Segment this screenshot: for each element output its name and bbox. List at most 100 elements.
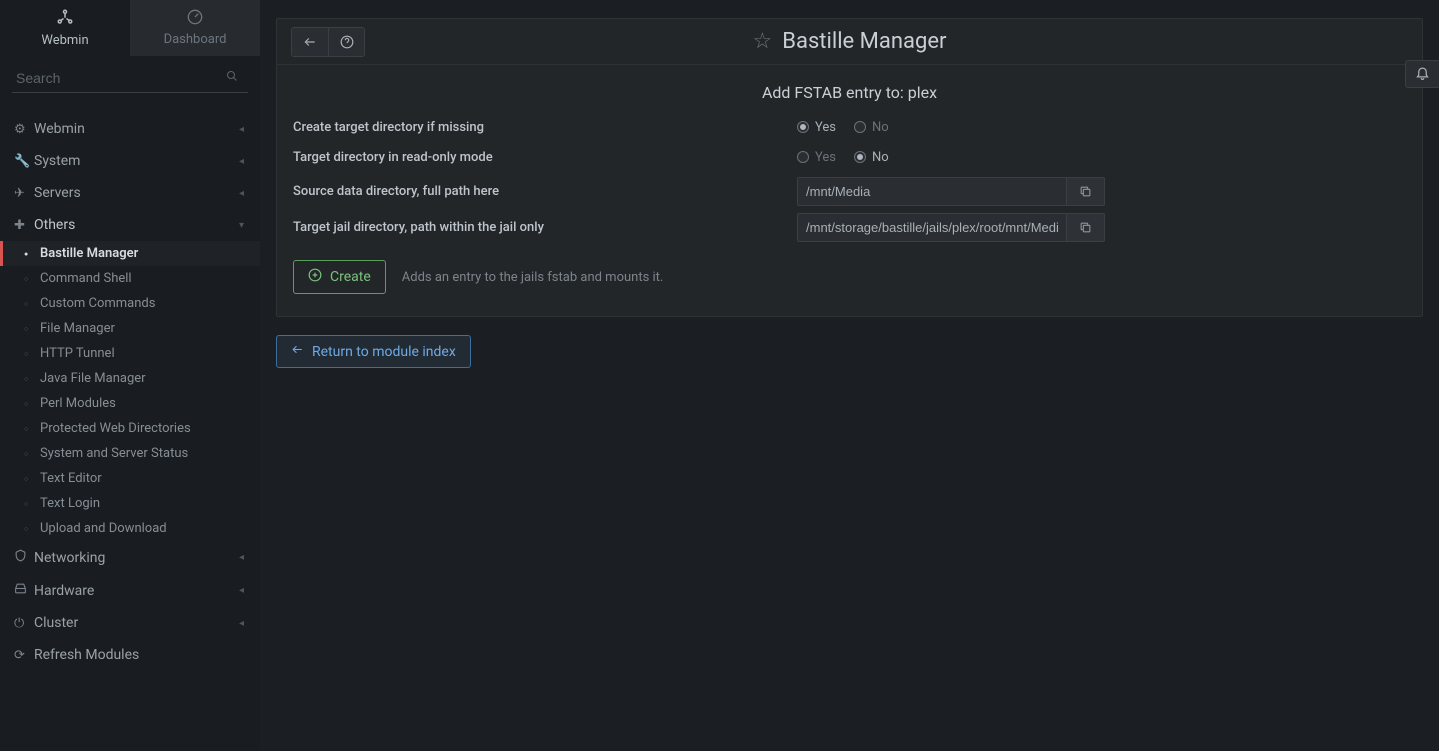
row-readonly: Target directory in read-only mode Yes N…: [293, 142, 1406, 172]
tab-webmin[interactable]: Webmin: [0, 0, 130, 56]
bullet-icon: ○: [24, 325, 40, 333]
bullet-icon: ○: [24, 500, 40, 508]
bullet-icon: ○: [24, 350, 40, 358]
nav-webmin-label: Webmin: [34, 121, 239, 137]
chevron-left-icon: ◂: [239, 124, 244, 135]
label-readonly: Target directory in read-only mode: [293, 150, 797, 165]
nav-others-submenu: ●Bastille Manager○Command Shell○Custom C…: [0, 241, 260, 541]
bullet-icon: ○: [24, 425, 40, 433]
row-create-dir: Create target directory if missing Yes N…: [293, 112, 1406, 142]
tab-dashboard-label: Dashboard: [164, 32, 227, 47]
search-input[interactable]: [12, 64, 248, 93]
row-source: Source data directory, full path here: [293, 176, 1406, 206]
nav-refresh-modules[interactable]: ⟳ Refresh Modules: [0, 639, 260, 671]
notifications-toggle[interactable]: [1405, 60, 1439, 88]
chevron-down-icon: ▾: [239, 220, 244, 231]
input-group-target: [797, 213, 1105, 242]
return-button-label: Return to module index: [312, 344, 456, 360]
nav-hardware[interactable]: Hardware ◂: [0, 574, 260, 607]
sidebar: Webmin Dashboard ⚙ Webmin ◂ 🔧 System ◂ ✈…: [0, 0, 260, 751]
plus-circle-icon: [308, 268, 322, 286]
input-group-source: [797, 177, 1105, 206]
nav-cluster[interactable]: ⏻ Cluster ◂: [0, 607, 260, 639]
sidebar-item-bastille-manager[interactable]: ●Bastille Manager: [0, 241, 260, 266]
radio-create-dir-yes[interactable]: Yes: [797, 120, 836, 135]
bullet-icon: ○: [24, 400, 40, 408]
bullet-icon: ○: [24, 450, 40, 458]
input-source-dir[interactable]: [797, 177, 1067, 206]
control-target: [797, 213, 1406, 242]
nav-networking-label: Networking: [34, 550, 239, 566]
label-source: Source data directory, full path here: [293, 184, 797, 199]
sidebar-item-upload-and-download[interactable]: ○Upload and Download: [0, 516, 260, 541]
row-target: Target jail directory, path within the j…: [293, 212, 1406, 242]
radio-readonly-yes[interactable]: Yes: [797, 150, 836, 165]
radio-label: No: [872, 150, 889, 165]
shield-icon: [14, 549, 34, 566]
sidebar-item-text-login[interactable]: ○Text Login: [0, 491, 260, 516]
help-button[interactable]: [328, 28, 364, 56]
sidebar-item-label: Java File Manager: [40, 371, 146, 386]
chevron-left-icon: ◂: [239, 188, 244, 199]
back-button[interactable]: [292, 28, 328, 56]
sidebar-item-label: Custom Commands: [40, 296, 155, 311]
nav-refresh-label: Refresh Modules: [34, 647, 244, 663]
sidebar-item-perl-modules[interactable]: ○Perl Modules: [0, 391, 260, 416]
chevron-left-icon: ◂: [239, 156, 244, 167]
panel-body: Add FSTAB entry to: plex Create target d…: [277, 65, 1422, 316]
input-target-dir[interactable]: [797, 213, 1067, 242]
create-button[interactable]: Create: [293, 260, 386, 294]
bullet-icon: ○: [24, 525, 40, 533]
nav-servers[interactable]: ✈ Servers ◂: [0, 177, 260, 209]
sidebar-item-system-and-server-status[interactable]: ○System and Server Status: [0, 441, 260, 466]
radio-dot-icon: [797, 121, 809, 133]
radio-create-dir-no[interactable]: No: [854, 120, 889, 135]
nav-system[interactable]: 🔧 System ◂: [0, 145, 260, 177]
sidebar-item-protected-web-directories[interactable]: ○Protected Web Directories: [0, 416, 260, 441]
sidebar-item-command-shell[interactable]: ○Command Shell: [0, 266, 260, 291]
sidebar-item-file-manager[interactable]: ○File Manager: [0, 316, 260, 341]
gear-icon: ⚙: [14, 122, 34, 137]
radio-readonly-no[interactable]: No: [854, 150, 889, 165]
nav-networking[interactable]: Networking ◂: [0, 541, 260, 574]
puzzle-icon: ✚: [14, 218, 34, 233]
tab-dashboard[interactable]: Dashboard: [130, 0, 260, 56]
tab-webmin-label: Webmin: [41, 33, 88, 48]
page-title-wrap: ☆ Bastille Manager: [753, 29, 947, 54]
sidebar-item-http-tunnel[interactable]: ○HTTP Tunnel: [0, 341, 260, 366]
create-hint: Adds an entry to the jails fstab and mou…: [402, 270, 664, 285]
radio-dot-icon: [797, 151, 809, 163]
bullet-icon: ●: [24, 250, 40, 258]
radio-label: Yes: [815, 150, 836, 165]
sidebar-item-label: Bastille Manager: [40, 246, 138, 261]
nav-system-label: System: [34, 153, 239, 169]
browse-target-button[interactable]: [1067, 213, 1105, 242]
chevron-left-icon: ◂: [239, 552, 244, 563]
bullet-icon: ○: [24, 475, 40, 483]
hdd-icon: [14, 582, 34, 599]
browse-source-button[interactable]: [1067, 177, 1105, 206]
radio-dot-icon: [854, 151, 866, 163]
send-icon: ✈: [14, 186, 34, 201]
nav: ⚙ Webmin ◂ 🔧 System ◂ ✈ Servers ◂ ✚ Othe…: [0, 101, 260, 671]
page-title: Bastille Manager: [782, 29, 946, 54]
nav-cluster-label: Cluster: [34, 615, 239, 631]
bullet-icon: ○: [24, 275, 40, 283]
webmin-logo-icon: [56, 8, 74, 30]
power-icon: ⏻: [14, 616, 34, 631]
nav-others-label: Others: [34, 217, 239, 233]
sidebar-item-label: HTTP Tunnel: [40, 346, 115, 361]
sidebar-item-custom-commands[interactable]: ○Custom Commands: [0, 291, 260, 316]
sidebar-item-label: File Manager: [40, 321, 115, 336]
sidebar-item-text-editor[interactable]: ○Text Editor: [0, 466, 260, 491]
radio-dot-icon: [854, 121, 866, 133]
bullet-icon: ○: [24, 300, 40, 308]
sidebar-item-java-file-manager[interactable]: ○Java File Manager: [0, 366, 260, 391]
panel-header: ☆ Bastille Manager: [277, 19, 1422, 65]
nav-webmin[interactable]: ⚙ Webmin ◂: [0, 113, 260, 145]
return-button[interactable]: Return to module index: [276, 335, 471, 368]
nav-others[interactable]: ✚ Others ▾: [0, 209, 260, 241]
star-icon[interactable]: ☆: [753, 29, 773, 54]
section-title: Add FSTAB entry to: plex: [293, 83, 1406, 102]
chevron-left-icon: ◂: [239, 585, 244, 596]
